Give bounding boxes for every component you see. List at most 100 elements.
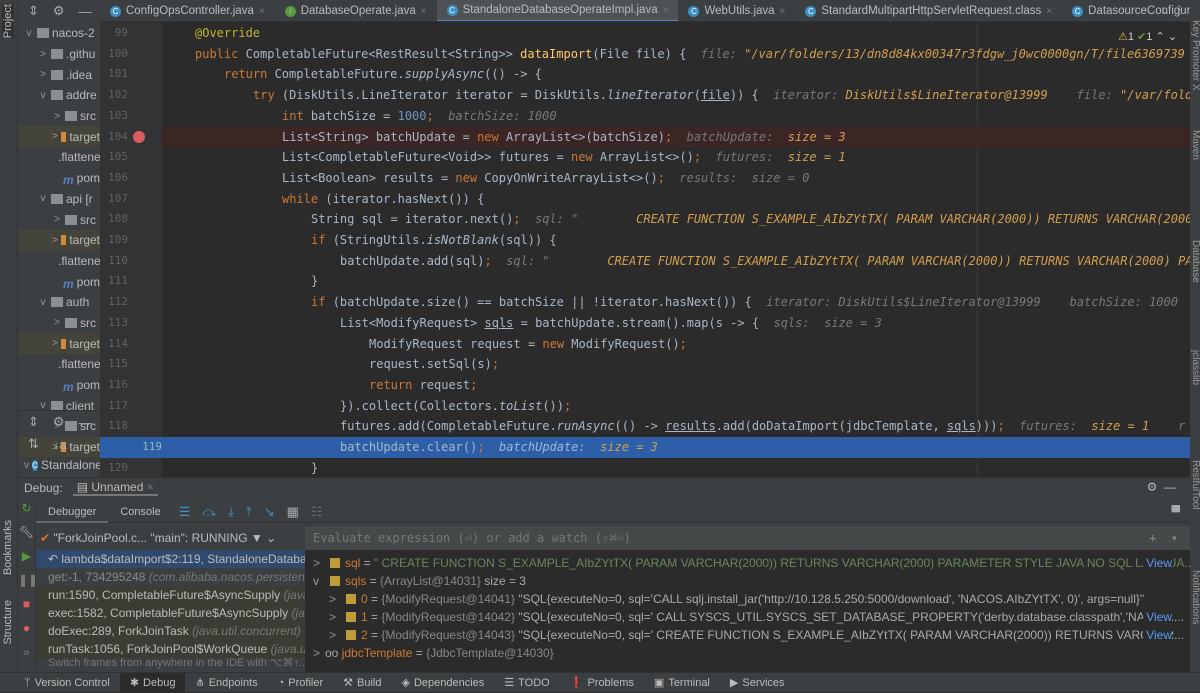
chevron-icon[interactable]: > [52, 111, 62, 122]
variable-row[interactable]: > sql = " CREATE FUNCTION S_EXAMPLE_AIbZY… [305, 554, 1190, 572]
chevron-icon[interactable]: > [329, 590, 341, 608]
resume-icon[interactable]: ▶ [18, 549, 35, 573]
rerun-icon[interactable]: ↻ [18, 501, 35, 525]
close-icon[interactable]: × [1046, 6, 1052, 17]
sort-alpha-icon[interactable]: ↓a [53, 437, 67, 452]
collapse-icon[interactable]: ⇕ [28, 3, 39, 19]
chevron-icon[interactable]: v [313, 572, 325, 590]
chevron-icon[interactable]: > [38, 69, 48, 80]
toolwindow-problems[interactable]: ❗ Problems [560, 673, 644, 693]
toolwindow-terminal[interactable]: ▣ Terminal [644, 673, 720, 693]
right-tool-button[interactable]: Key Promoter X [1190, 20, 1200, 91]
toolwindow-profiler[interactable]: ◔ Profiler [268, 673, 334, 693]
gear-icon[interactable]: ⚙ [53, 414, 65, 430]
collapse-icon[interactable]: ⇕ [28, 414, 39, 430]
breakpoint-icon[interactable] [133, 130, 145, 143]
layout-icon[interactable]: ▀ [1171, 505, 1180, 519]
view-link[interactable]: View [1143, 626, 1172, 644]
sort-icon[interactable]: ⇅ [28, 436, 39, 452]
stack-frame[interactable]: get:-1, 734295248 (com.alibaba.nacos.per… [36, 568, 323, 586]
tree-item[interactable]: > .githu [18, 44, 100, 65]
breakpoints-icon[interactable]: ● [18, 621, 35, 645]
run-to-cursor-icon[interactable]: ↘ [264, 504, 275, 520]
thread-selector[interactable]: ✔ "ForkJoinPool.c... "main": RUNNING ▼ ⌄ [36, 526, 323, 550]
toolwindow-dependencies[interactable]: ◈ Dependencies [391, 673, 494, 693]
right-tool-button[interactable]: Notifications [1190, 570, 1200, 624]
toolwindow-version-control[interactable]: ᛘ Version Control [14, 673, 120, 693]
tree-item[interactable]: > target [18, 333, 100, 354]
toolwindow-debug[interactable]: ✱ Debug [119, 672, 186, 693]
chevron-icon[interactable]: > [313, 554, 325, 572]
editor-tab[interactable]: I DatabaseOperate.java × [275, 0, 437, 21]
minimize-icon[interactable]: — [79, 415, 92, 430]
right-tool-button[interactable]: RestfulTool [1190, 460, 1200, 509]
close-icon[interactable]: × [663, 5, 669, 16]
more-icon[interactable]: » [18, 645, 35, 669]
gear-icon[interactable]: ⚙ [1147, 480, 1158, 494]
tree-item[interactable]: > src [18, 106, 100, 127]
chevron-icon[interactable]: v [38, 90, 48, 101]
bookmarks-tool-button[interactable]: Bookmarks [2, 520, 14, 575]
step-into-icon[interactable]: ⤓ [228, 504, 234, 520]
pause-icon[interactable]: ❚❚ [18, 573, 38, 597]
tree-item[interactable]: > src [18, 209, 100, 230]
tab-console[interactable]: Console [108, 501, 172, 523]
step-out-icon[interactable]: ⤒ [246, 504, 252, 520]
tree-item[interactable]: m pom [18, 271, 100, 292]
minimize-icon[interactable]: — [79, 4, 92, 19]
chevron-icon[interactable]: > [52, 131, 58, 142]
tree-item[interactable]: .flattened [18, 147, 100, 168]
chevron-icon[interactable]: > [329, 626, 341, 644]
evaluate-icon[interactable]: ▦ [287, 504, 299, 520]
stack-frame[interactable]: ↶ lambda$dataImport$2:119, StandaloneDat… [36, 550, 323, 568]
toolwindow-build[interactable]: ⚒ Build [333, 673, 391, 693]
tree-item[interactable]: > target [18, 229, 100, 251]
menu-icon[interactable]: ☰ [179, 504, 191, 520]
structure-item[interactable]: vC Standalone [18, 455, 100, 476]
stop-icon[interactable]: ■ [18, 597, 35, 621]
variable-row[interactable]: >2 = {ModifyRequest@14043} "SQL{executeN… [305, 626, 1190, 644]
chevron-icon[interactable]: > [52, 317, 62, 328]
toolwindow-services[interactable]: ▶ Services [720, 673, 795, 693]
chevron-icon[interactable]: v [24, 28, 34, 39]
tree-item[interactable]: m pom [18, 168, 100, 189]
filter-icon[interactable]: ▼ ⌄ [251, 531, 276, 545]
variable-row[interactable]: v sqls = {ArrayList@14031} size = 3 [305, 572, 1190, 590]
view-link[interactable]: View [1143, 554, 1172, 572]
step-over-icon[interactable]: ⤼ [202, 504, 216, 520]
toolwindow-endpoints[interactable]: ⋔ Endpoints [185, 673, 267, 693]
right-tool-button[interactable]: jclasslib [1190, 350, 1200, 385]
code-editor[interactable]: @Override public CompletableFuture<RestRe… [162, 22, 1190, 477]
variable-row[interactable]: > oo jdbcTemplate = {JdbcTemplate@14030} [305, 644, 1190, 662]
right-tool-button[interactable]: Maven [1190, 130, 1200, 160]
minimize-icon[interactable]: — [1164, 480, 1176, 494]
session-tab[interactable]: ▤ Unnamed × [72, 480, 158, 496]
right-tool-button[interactable]: Database [1190, 240, 1200, 283]
toolwindow-todo[interactable]: ☰ TODO [494, 673, 559, 693]
tree-item[interactable]: v api [r [18, 189, 100, 210]
project-tool-button[interactable]: Project [2, 4, 14, 39]
stack-frame[interactable]: doExec:289, ForkJoinTask (java.util.conc… [36, 622, 323, 640]
tab-debugger[interactable]: Debugger [36, 501, 109, 523]
tree-item[interactable]: m pom [18, 375, 100, 396]
chevron-icon[interactable]: > [313, 644, 325, 662]
chevron-icon[interactable]: > [329, 608, 341, 626]
chevron-icon[interactable]: > [52, 235, 58, 246]
tree-item[interactable]: > src [18, 313, 100, 334]
wrench-icon[interactable]: 🔧︎ [18, 525, 35, 549]
variable-row[interactable]: >1 = {ModifyRequest@14042} "SQL{executeN… [305, 608, 1190, 626]
inspection-widget[interactable]: ⚠1 ✔1 ⌃ ⌄ [1118, 30, 1177, 43]
structure-tool-button[interactable]: Structure [2, 600, 14, 645]
tree-item[interactable]: v auth [18, 292, 100, 313]
view-link[interactable]: View [1143, 608, 1172, 626]
editor-tab[interactable]: C StandaloneDatabaseOperateImpl.java × [436, 0, 679, 21]
chevron-icon[interactable]: > [52, 214, 62, 225]
stack-frame[interactable]: run:1590, CompletableFuture$AsyncSupply … [36, 586, 323, 604]
evaluate-expression-input[interactable]: Evaluate expression (⏎) or add a watch (… [305, 526, 1190, 550]
editor-tab[interactable]: C ConfigOpsController.java × [100, 0, 275, 21]
close-icon[interactable]: × [259, 6, 265, 17]
tree-item[interactable]: > target [18, 126, 100, 148]
trace-icon[interactable]: ☷ [311, 504, 323, 520]
chevron-icon[interactable]: v [38, 193, 48, 204]
chevron-icon[interactable]: > [38, 49, 48, 60]
